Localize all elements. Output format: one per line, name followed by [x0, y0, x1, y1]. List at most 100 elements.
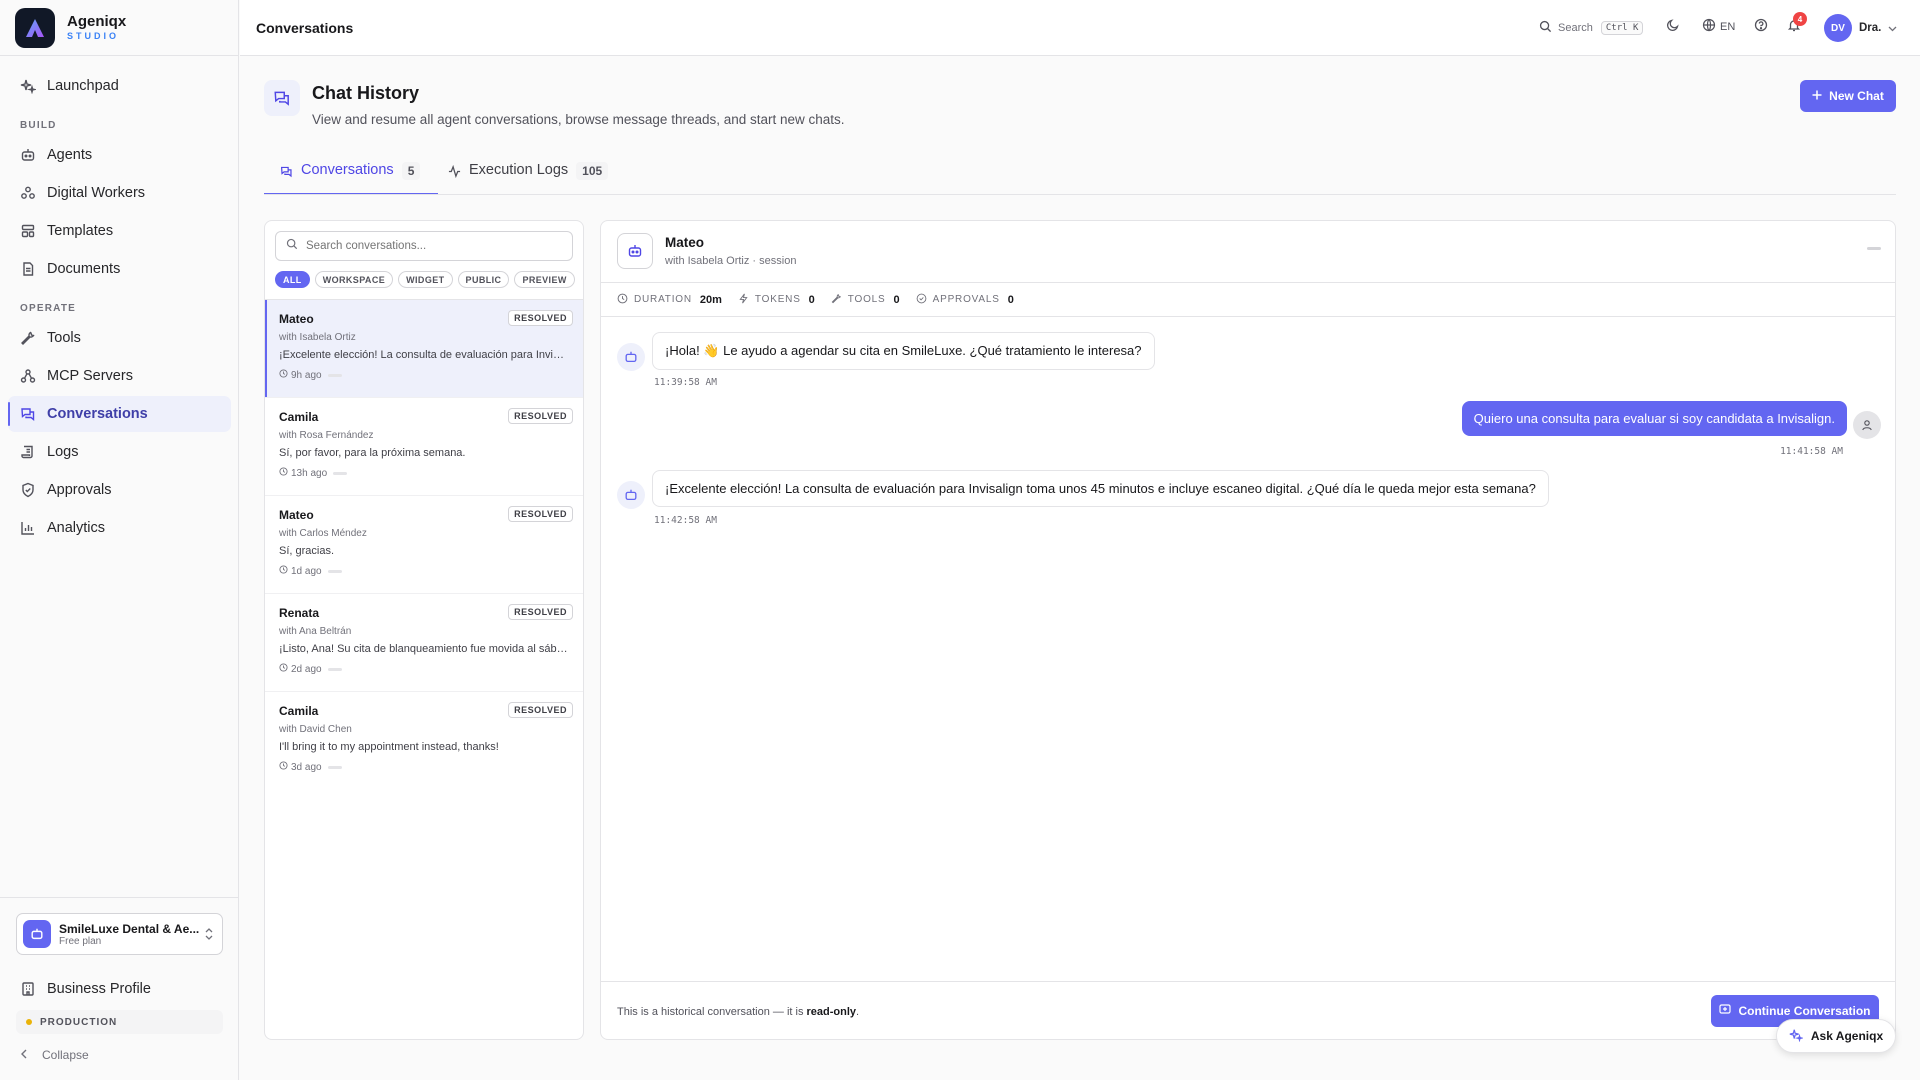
org-plan: Free plan: [59, 935, 102, 947]
clock-icon: [279, 369, 288, 381]
sidebar-item-conversations[interactable]: Conversations: [8, 396, 231, 432]
conversation-contact: with David Chen: [279, 724, 352, 735]
conversation-preview: I'll bring it to my appointment instead,…: [279, 741, 499, 753]
conversation-stats: DURATION 20m TOKENS 0 TOOLS 0 APPROVALS 0: [601, 283, 1895, 317]
sidebar-item-documents[interactable]: Documents: [8, 251, 231, 287]
stat-duration: DURATION 20m: [617, 293, 722, 307]
note-suffix: .: [856, 1006, 860, 1018]
conversation-time: 9h ago: [279, 369, 573, 381]
assistant-message: ¡Hola! 👋 Le ayudo a agendar su cita en S…: [652, 332, 1155, 370]
template-icon: [20, 223, 36, 239]
brand-logo: [15, 7, 55, 48]
sidebar-item-label: Business Profile: [47, 981, 151, 997]
language-switcher[interactable]: EN: [1702, 18, 1735, 35]
sidebar-item-label: MCP Servers: [47, 368, 133, 384]
chat-icon: [280, 165, 293, 182]
environment-badge: PRODUCTION: [16, 1010, 223, 1034]
sidebar-item-tools[interactable]: Tools: [8, 320, 231, 356]
tab-label: Conversations: [301, 162, 394, 178]
building-icon: [20, 981, 36, 997]
collapse-button[interactable]: Collapse: [20, 1048, 89, 1062]
conversation-search[interactable]: [275, 231, 573, 261]
read-only-note: This is a historical conversation — it i…: [617, 1006, 859, 1018]
clock-icon: [279, 761, 288, 773]
org-name: SmileLuxe Dental & Ae...: [59, 921, 200, 936]
assistant-avatar: [617, 481, 645, 509]
user-message: Quiero una consulta para evaluar si soy …: [1461, 401, 1847, 436]
chat-history-icon: [264, 80, 300, 116]
filter-chip-all[interactable]: ALL: [275, 271, 310, 288]
conversation-item[interactable]: Mateo with Isabela Ortiz ¡Excelente elec…: [265, 300, 583, 398]
avatar: DV: [1824, 14, 1852, 42]
sidebar-item-agents[interactable]: Agents: [8, 137, 231, 173]
time-label: 9h ago: [291, 369, 322, 381]
assistant-message: ¡Excelente elección! La consulta de eval…: [652, 470, 1549, 507]
conversation-time: 2d ago: [279, 663, 573, 675]
sidebar-item-label: Templates: [47, 223, 114, 239]
chat-options-icon[interactable]: [1867, 247, 1881, 250]
ask-assistant-label: Ask Ageniqx: [1810, 1029, 1884, 1043]
new-chat-label: New Chat: [1829, 89, 1884, 103]
stat-value: 0: [893, 293, 900, 306]
conversation-item[interactable]: Renata with Ana Beltrán ¡Listo, Ana! Su …: [265, 594, 583, 692]
sidebar-item-templates[interactable]: Templates: [8, 213, 231, 249]
sparkle-icon: [20, 78, 36, 94]
conversation-item[interactable]: Camila with David Chen I'll bring it to …: [265, 692, 583, 790]
sidebar-item-digital-workers[interactable]: Digital Workers: [8, 175, 231, 211]
continue-label: Continue Conversation: [1738, 1004, 1871, 1018]
sparkle-icon: [1789, 1028, 1804, 1045]
globe-icon: [1702, 18, 1716, 35]
bar-chart-icon: [20, 520, 36, 536]
theme-toggle-moon-icon[interactable]: [1666, 18, 1680, 32]
conversation-item[interactable]: Camila with Rosa Fernández Sí, por favor…: [265, 398, 583, 496]
chevron-left-icon: [20, 1048, 28, 1062]
conversation-time: 1d ago: [279, 565, 573, 577]
sidebar-item-analytics[interactable]: Analytics: [8, 510, 231, 546]
organization-switcher[interactable]: SmileLuxe Dental & Ae... Free plan: [16, 913, 223, 955]
filter-chip-workspace[interactable]: WORKSPACE: [314, 271, 394, 288]
status-badge: RESOLVED: [508, 604, 573, 620]
page-subtitle: View and resume all agent conversations,…: [312, 112, 845, 127]
global-search-button[interactable]: Search Ctrl K: [1539, 16, 1644, 40]
tab-conversations[interactable]: Conversations 5: [263, 162, 439, 195]
conversation-item[interactable]: Mateo with Carlos Méndez Sí, gracias. 1d…: [265, 496, 583, 594]
sidebar-item-launchpad[interactable]: Launchpad: [8, 68, 231, 104]
filter-chip-preview[interactable]: PREVIEW: [514, 271, 575, 288]
new-chat-button[interactable]: New Chat: [1800, 80, 1896, 112]
placeholder-bar: [327, 667, 342, 671]
ask-assistant-button[interactable]: Ask Ageniqx: [1776, 1019, 1896, 1053]
page-title: Chat History: [312, 83, 420, 103]
sidebar-item-business-profile[interactable]: Business Profile: [8, 971, 231, 1007]
sidebar-item-mcp-servers[interactable]: MCP Servers: [8, 358, 231, 394]
search-icon: [286, 237, 298, 255]
filter-chip-public[interactable]: PUBLIC: [457, 271, 510, 288]
sidebar-item-approvals[interactable]: Approvals: [8, 472, 231, 508]
conversation-list-panel: ALL WORKSPACE WIDGET PUBLIC PREVIEW Mate…: [264, 220, 584, 1040]
status-badge: RESOLVED: [508, 310, 573, 326]
placeholder-bar: [327, 373, 342, 377]
help-icon[interactable]: [1754, 18, 1768, 32]
tab-execution-logs[interactable]: Execution Logs 105: [448, 162, 609, 195]
brand-subtitle: STUDIO: [67, 30, 120, 41]
breadcrumb-title: Conversations: [256, 19, 354, 36]
sidebar-item-label: Documents: [47, 261, 121, 277]
filter-chip-widget[interactable]: WIDGET: [398, 271, 453, 288]
notifications-button[interactable]: 4: [1787, 12, 1807, 35]
conversation-preview: ¡Listo, Ana! Su cita de blanqueamiento f…: [279, 643, 569, 655]
sidebar-item-logs[interactable]: Logs: [8, 434, 231, 470]
tabs-divider: [264, 194, 1896, 195]
chat-agent-name: Mateo: [665, 235, 705, 250]
stat-value: 0: [808, 293, 815, 306]
brand[interactable]: Ageniqx STUDIO: [0, 0, 238, 56]
user-menu[interactable]: DV Dra.: [1824, 14, 1897, 42]
chat-contact-line: with Isabela Ortiz · session: [665, 255, 797, 267]
time-label: 3d ago: [291, 761, 322, 773]
shield-check-icon: [20, 482, 36, 498]
chat-icon: [20, 406, 36, 422]
stat-label: DURATION: [634, 294, 692, 305]
stat-tools: TOOLS 0: [831, 293, 900, 307]
search-input[interactable]: [306, 240, 566, 252]
stat-value: 20m: [699, 293, 722, 306]
wrench-icon: [20, 330, 36, 346]
stat-label: TOOLS: [847, 294, 886, 305]
